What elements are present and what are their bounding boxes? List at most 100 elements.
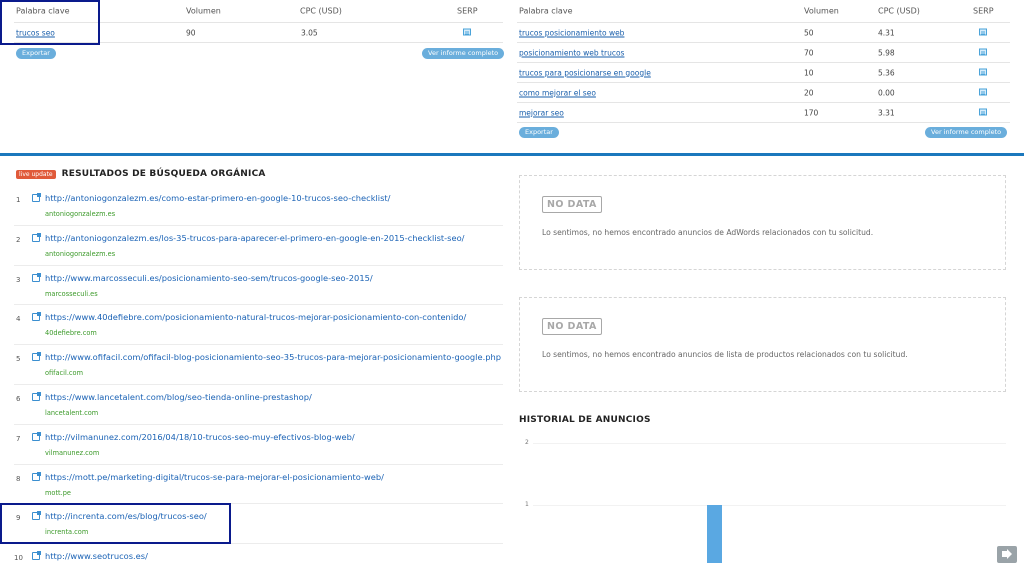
col-cpc[interactable]: CPC (USD) [300, 7, 342, 16]
cpc-value: 5.98 [878, 48, 895, 57]
list-item: 10 http://www.seotrucos.es/ [14, 544, 503, 563]
keyword-link[interactable]: mejorar seo [519, 108, 564, 117]
result-url[interactable]: http://www.seotrucos.es/ [45, 551, 148, 561]
result-domain: marcosseculi.es [45, 289, 98, 298]
gridline [533, 505, 1006, 506]
result-domain: 40defiebre.com [45, 329, 97, 338]
list-item: 8 https://mott.pe/marketing-digital/truc… [14, 465, 503, 505]
ad-history-chart: 2 1 [519, 438, 1006, 563]
organic-header: live update RESULTADOS DE BÚSQUEDA ORGÁN… [16, 168, 266, 180]
external-link-icon[interactable] [32, 391, 41, 401]
cpc-value: 3.31 [878, 108, 895, 117]
organic-title: RESULTADOS DE BÚSQUEDA ORGÁNICA [61, 169, 266, 179]
feedback-megaphone-icon[interactable] [997, 546, 1017, 563]
external-link-icon[interactable] [32, 232, 41, 242]
result-rank: 8 [16, 474, 21, 483]
no-data-message: Lo sentimos, no hemos encontrado anuncio… [542, 228, 874, 237]
no-data-stamp: NO DATA [542, 196, 602, 213]
external-link-icon[interactable] [32, 551, 41, 561]
col-serp: SERP [973, 6, 994, 16]
product-listing-panel: NO DATA Lo sentimos, no hemos encontrado… [519, 297, 1006, 392]
keyword-table-right: Palabra clave Volumen CPC (USD) SERP tru… [517, 0, 1010, 123]
volume-value: 20 [804, 88, 814, 97]
volume-value: 10 [804, 68, 814, 77]
result-rank: 3 [16, 275, 21, 284]
col-cpc[interactable]: CPC (USD) [878, 7, 920, 16]
result-rank: 1 [16, 196, 21, 204]
keyword-link[interactable]: trucos posicionamiento web [519, 28, 624, 37]
full-report-button[interactable]: Ver informe completo [422, 48, 505, 59]
keyword-link[interactable]: posicionamiento web trucos [519, 48, 624, 57]
full-report-button[interactable]: Ver informe completo [925, 127, 1008, 138]
serp-icon[interactable] [979, 108, 987, 117]
result-rank: 6 [16, 394, 21, 403]
table-row: trucos para posicionarse en google 10 5.… [517, 63, 1010, 83]
result-url[interactable]: http://antoniogonzalezm.es/los-35-trucos… [45, 233, 464, 243]
col-keyword[interactable]: Palabra clave [519, 7, 572, 16]
result-domain: antoniogonzalezm.es [45, 210, 116, 218]
chart-bar [707, 505, 722, 563]
serp-icon[interactable] [979, 88, 987, 97]
export-button[interactable]: Exportar [519, 127, 559, 138]
result-rank: 7 [16, 434, 21, 443]
keyword-link[interactable]: como mejorar el seo [519, 88, 596, 97]
live-update-badge: live update [16, 169, 56, 179]
cpc-value: 5.36 [878, 68, 895, 77]
external-link-icon[interactable] [32, 471, 41, 481]
result-url[interactable]: https://www.40defiebre.com/posicionamien… [45, 312, 466, 322]
keyword-link[interactable]: trucos para posicionarse en google [519, 68, 651, 77]
y-tick-label: 1 [525, 501, 529, 508]
serp-icon[interactable] [979, 48, 987, 57]
serp-icon[interactable] [979, 68, 987, 77]
table-row: mejorar seo 170 3.31 [517, 103, 1010, 123]
y-tick-label: 2 [525, 439, 529, 446]
result-rank: 4 [16, 315, 21, 324]
col-volume[interactable]: Volumen [186, 7, 221, 16]
list-item: 5 http://www.ofifacil.com/ofifacil-blog-… [14, 345, 503, 385]
external-link-icon[interactable] [32, 272, 41, 282]
section-divider [0, 153, 1024, 156]
list-item: 4 https://www.40defiebre.com/posicionami… [14, 305, 503, 346]
external-link-icon[interactable] [32, 352, 41, 362]
result-url[interactable]: https://mott.pe/marketing-digital/trucos… [45, 472, 384, 482]
no-data-message: Lo sentimos, no hemos encontrado anuncio… [542, 350, 908, 359]
result-domain: vilmanunez.com [45, 448, 100, 457]
result-domain: lancetalent.com [45, 408, 99, 417]
adwords-panel: NO DATA Lo sentimos, no hemos encontrado… [519, 175, 1006, 270]
volume-value: 90 [186, 28, 196, 37]
result-rank: 10 [14, 554, 23, 563]
list-item: 1 http://antoniogonzalezm.es/como-estar-… [14, 186, 503, 226]
result-domain: antoniogonzalezm.es [45, 249, 116, 258]
result-domain: ofifacil.com [45, 369, 84, 378]
serp-icon[interactable] [463, 28, 471, 37]
result-url[interactable]: http://vilmanunez.com/2016/04/18/10-truc… [45, 432, 355, 442]
col-serp: SERP [457, 6, 478, 16]
result-rank: 2 [16, 235, 21, 244]
cpc-value: 3.05 [301, 28, 318, 37]
table-header: Palabra clave Volumen CPC (USD) SERP [517, 0, 1010, 23]
result-domain: mott.pe [45, 488, 71, 497]
col-volume[interactable]: Volumen [804, 7, 839, 16]
serp-icon[interactable] [979, 28, 987, 37]
list-item: 6 https://www.lancetalent.com/blog/seo-t… [14, 385, 503, 425]
external-link-icon[interactable] [32, 312, 41, 322]
volume-value: 50 [804, 28, 814, 37]
gridline [533, 443, 1006, 444]
cpc-value: 4.31 [878, 28, 895, 37]
external-link-icon[interactable] [32, 193, 41, 202]
result-url[interactable]: http://antoniogonzalezm.es/como-estar-pr… [45, 193, 390, 203]
table-row: como mejorar el seo 20 0.00 [517, 83, 1010, 103]
list-item: 7 http://vilmanunez.com/2016/04/18/10-tr… [14, 425, 503, 465]
result-url[interactable]: https://www.lancetalent.com/blog/seo-tie… [45, 392, 312, 402]
external-link-icon[interactable] [32, 431, 41, 441]
ad-history-title: HISTORIAL DE ANUNCIOS [519, 415, 651, 425]
result-url[interactable]: http://www.marcosseculi.es/posicionamien… [45, 273, 373, 283]
export-button[interactable]: Exportar [16, 48, 56, 59]
table-row: trucos posicionamiento web 50 4.31 [517, 23, 1010, 43]
highlight-box-keyword [0, 0, 100, 45]
volume-value: 70 [804, 48, 814, 57]
cpc-value: 0.00 [878, 88, 895, 97]
table-row: posicionamiento web trucos 70 5.98 [517, 43, 1010, 63]
result-url[interactable]: http://www.ofifacil.com/ofifacil-blog-po… [45, 352, 501, 362]
volume-value: 170 [804, 108, 819, 117]
